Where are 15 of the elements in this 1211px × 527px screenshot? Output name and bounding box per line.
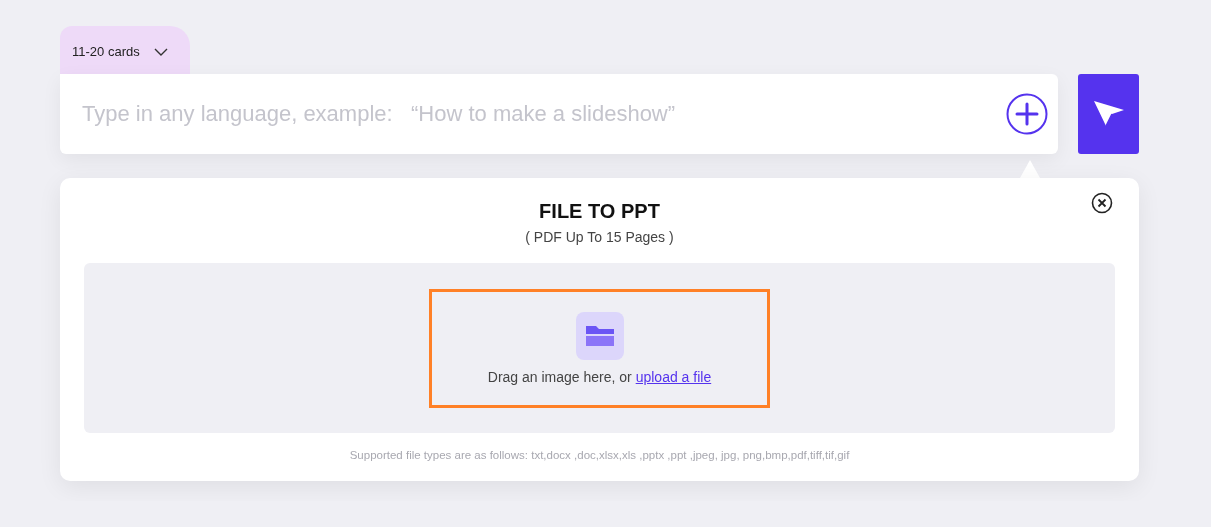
upload-link[interactable]: upload a file — [635, 368, 712, 385]
panel-subtitle: ( PDF Up To 15 Pages ) — [525, 229, 674, 245]
prompt-bar[interactable]: Type in any language, example: “How to make a slideshow” — [60, 74, 1058, 154]
drop-instructions: Drag an image here, or upload a file — [487, 368, 712, 385]
paper-plane-icon — [1092, 100, 1125, 128]
add-icon[interactable] — [1006, 93, 1048, 135]
card-count-dropdown[interactable]: 11-20 cards — [60, 26, 190, 74]
prompt-field[interactable]: Type in any language, example: “How to make a slideshow” — [80, 100, 1006, 128]
panel-title: FILE TO PPT — [539, 200, 660, 223]
supported-types-note: Supported file types are as follows: txt,docx ,doc,xlsx,xls ,pptx ,ppt ,jpeg, jpg, png,bmp,pdf,tiff,tif,gif — [349, 449, 850, 461]
close-icon[interactable] — [1091, 192, 1113, 214]
send-button[interactable] — [1078, 74, 1139, 154]
drop-zone[interactable]: Drag an image here, or upload a file — [84, 263, 1115, 433]
chevron-down-icon — [153, 48, 168, 56]
folder-icon — [575, 311, 624, 360]
